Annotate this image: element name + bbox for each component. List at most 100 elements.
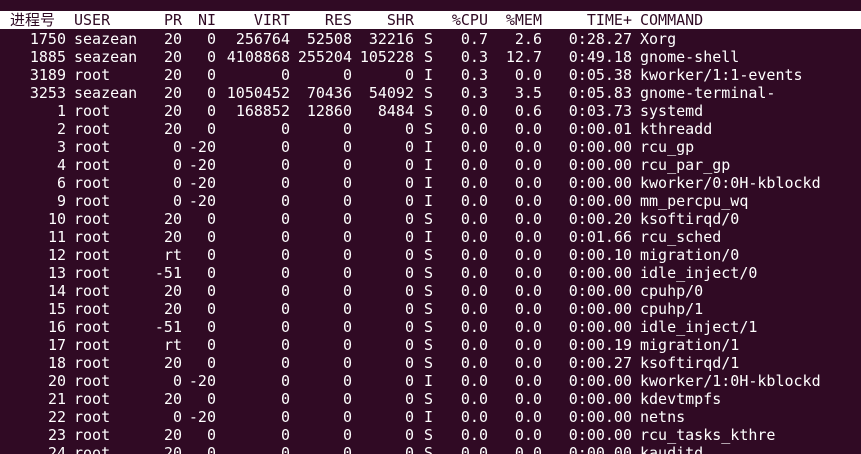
cell-pid: 17 bbox=[47, 336, 66, 354]
cell-res: 0 bbox=[342, 300, 352, 318]
cell-shr: 0 bbox=[404, 210, 414, 228]
table-row[interactable]: 3 root 0 -20 0 0 0 I 0.0 0.0 0:00.00 rcu_gp bbox=[0, 138, 861, 156]
table-row[interactable]: 22 root 0 -20 0 0 0 I 0.0 0.0 0:00.00 netns bbox=[0, 408, 861, 426]
cell-pr: rt bbox=[163, 246, 182, 264]
cell-virt: 4108868 bbox=[226, 48, 290, 66]
cell-pid: 2 bbox=[56, 120, 66, 138]
cell-mem: 3.5 bbox=[514, 84, 542, 102]
cell-mem: 0.0 bbox=[514, 354, 542, 372]
cell-res: 0 bbox=[342, 246, 352, 264]
cell-cpu: 0.0 bbox=[460, 390, 488, 408]
cell-pr: 0 bbox=[172, 174, 182, 192]
cell-user: root bbox=[74, 336, 111, 354]
cell-shr: 0 bbox=[404, 372, 414, 390]
table-row[interactable]: 13 root -51 0 0 0 0 S 0.0 0.0 0:00.00 idle_inject/0 bbox=[0, 264, 861, 282]
cell-cpu: 0.0 bbox=[460, 282, 488, 300]
cell-ni: 0 bbox=[206, 300, 216, 318]
cell-pr: 20 bbox=[163, 300, 182, 318]
cell-cpu: 0.3 bbox=[460, 66, 488, 84]
cell-pid: 13 bbox=[47, 264, 66, 282]
table-row[interactable]: 24 root 20 0 0 0 0 S 0.0 0.0 0:00.00 kauditd bbox=[0, 444, 861, 454]
header-cpu: %CPU bbox=[451, 11, 488, 29]
cell-mem: 0.0 bbox=[514, 120, 542, 138]
table-row[interactable]: 21 root 20 0 0 0 0 S 0.0 0.0 0:00.00 kdevtmpfs bbox=[0, 390, 861, 408]
table-row[interactable]: 6 root 0 -20 0 0 0 I 0.0 0.0 0:00.00 kworker/0:0H-k… bbox=[0, 174, 861, 192]
cell-time: 0:49.18 bbox=[568, 48, 632, 66]
cell-user: root bbox=[74, 156, 111, 174]
cell-state: S bbox=[424, 300, 434, 318]
cell-cpu: 0.3 bbox=[460, 84, 488, 102]
cell-command: gnome-shell bbox=[640, 48, 740, 66]
cell-ni: -20 bbox=[188, 372, 216, 390]
cell-virt: 0 bbox=[280, 372, 290, 390]
cell-user: root bbox=[74, 138, 111, 156]
terminal-window[interactable]: 进程号 USER PR NI VIRT RES SHR %CPU %MEM TI… bbox=[0, 0, 861, 454]
cell-pid: 9 bbox=[56, 192, 66, 210]
cell-command: systemd bbox=[640, 102, 704, 120]
cell-pr: -51 bbox=[154, 318, 182, 336]
table-row[interactable]: 17 root rt 0 0 0 0 S 0.0 0.0 0:00.19 migration/1 bbox=[0, 336, 861, 354]
cell-pid: 16 bbox=[47, 318, 66, 336]
cell-res: 0 bbox=[342, 354, 352, 372]
cell-res: 0 bbox=[342, 156, 352, 174]
table-row[interactable]: 3189 root 20 0 0 0 0 I 0.3 0.0 0:05.38 kworker/1:1-… bbox=[0, 66, 861, 84]
table-row[interactable]: 9 root 0 -20 0 0 0 I 0.0 0.0 0:00.00 mm_percpu_wq bbox=[0, 192, 861, 210]
cell-virt: 168852 bbox=[235, 102, 290, 120]
cell-mem: 0.0 bbox=[514, 408, 542, 426]
table-row[interactable]: 2 root 20 0 0 0 0 S 0.0 0.0 0:00.01 kthreadd bbox=[0, 120, 861, 138]
cell-shr: 0 bbox=[404, 120, 414, 138]
table-row[interactable]: 18 root 20 0 0 0 0 S 0.0 0.0 0:00.27 ksoftirqd/1 bbox=[0, 354, 861, 372]
table-row[interactable]: 16 root -51 0 0 0 0 S 0.0 0.0 0:00.00 idle_inject/1 bbox=[0, 318, 861, 336]
cell-pr: 20 bbox=[163, 282, 182, 300]
table-row[interactable]: 14 root 20 0 0 0 0 S 0.0 0.0 0:00.00 cpuhp/0 bbox=[0, 282, 861, 300]
cell-ni: -20 bbox=[188, 408, 216, 426]
cell-virt: 0 bbox=[280, 318, 290, 336]
table-row[interactable]: 15 root 20 0 0 0 0 S 0.0 0.0 0:00.00 cpuhp/1 bbox=[0, 300, 861, 318]
cell-virt: 256764 bbox=[235, 30, 290, 48]
cell-command: kthreadd bbox=[640, 120, 713, 138]
table-row[interactable]: 12 root rt 0 0 0 0 S 0.0 0.0 0:00.10 migration/0 bbox=[0, 246, 861, 264]
table-row[interactable]: 1750 seazean 20 0 256764 52508 32216 S 0.7 2.6 0:2… bbox=[0, 30, 861, 48]
cell-virt: 0 bbox=[280, 354, 290, 372]
table-row[interactable]: 4 root 0 -20 0 0 0 I 0.0 0.0 0:00.00 rcu_par_gp bbox=[0, 156, 861, 174]
cell-ni: 0 bbox=[206, 84, 216, 102]
table-row[interactable]: 10 root 20 0 0 0 0 S 0.0 0.0 0:00.20 ksoftirqd/0 bbox=[0, 210, 861, 228]
header-res: RES bbox=[324, 11, 352, 29]
cell-ni: 0 bbox=[206, 282, 216, 300]
cell-state: S bbox=[424, 426, 434, 444]
cell-ni: 0 bbox=[206, 48, 216, 66]
header-mem: %MEM bbox=[505, 11, 542, 29]
cell-cpu: 0.0 bbox=[460, 102, 488, 120]
cell-mem: 0.6 bbox=[514, 102, 542, 120]
cell-time: 0:00.00 bbox=[568, 372, 632, 390]
cell-shr: 0 bbox=[404, 138, 414, 156]
cell-cpu: 0.0 bbox=[460, 156, 488, 174]
cell-mem: 0.0 bbox=[514, 426, 542, 444]
cell-user: root bbox=[74, 246, 111, 264]
table-row[interactable]: 1 root 20 0 168852 12860 8484 S 0.0 0.6 0:03.73 sys… bbox=[0, 102, 861, 120]
cell-virt: 0 bbox=[280, 174, 290, 192]
table-row[interactable]: 1885 seazean 20 0 4108868 255204 105228 S 0.3 12.… bbox=[0, 48, 861, 66]
process-table-header: 进程号 USER PR NI VIRT RES SHR %CPU %MEM TI… bbox=[0, 11, 861, 29]
table-row[interactable]: 3253 seazean 20 0 1050452 70436 54092 S 0.3 3.5 0:… bbox=[0, 84, 861, 102]
table-row[interactable]: 11 root 20 0 0 0 0 I 0.0 0.0 0:01.66 rcu_sched bbox=[0, 228, 861, 246]
cell-mem: 0.0 bbox=[514, 228, 542, 246]
cell-virt: 1050452 bbox=[226, 84, 290, 102]
cell-cpu: 0.0 bbox=[460, 264, 488, 282]
cell-pid: 15 bbox=[47, 300, 66, 318]
cell-time: 0:00.00 bbox=[568, 408, 632, 426]
cell-mem: 0.0 bbox=[514, 300, 542, 318]
cell-state: S bbox=[424, 390, 434, 408]
cell-res: 0 bbox=[342, 66, 352, 84]
cell-cpu: 0.0 bbox=[460, 246, 488, 264]
cell-res: 0 bbox=[342, 210, 352, 228]
table-row[interactable]: 23 root 20 0 0 0 0 S 0.0 0.0 0:00.00 rcu_tasks_kthr… bbox=[0, 426, 861, 444]
cell-pr: 0 bbox=[172, 192, 182, 210]
cell-time: 0:28.27 bbox=[568, 30, 632, 48]
cell-mem: 0.0 bbox=[514, 192, 542, 210]
table-row[interactable]: 20 root 0 -20 0 0 0 I 0.0 0.0 0:00.00 kworker/1:0H-… bbox=[0, 372, 861, 390]
cell-pid: 1 bbox=[56, 102, 66, 120]
cell-time: 0:00.00 bbox=[568, 174, 632, 192]
cell-pid: 14 bbox=[47, 282, 66, 300]
cell-shr: 32216 bbox=[368, 30, 414, 48]
